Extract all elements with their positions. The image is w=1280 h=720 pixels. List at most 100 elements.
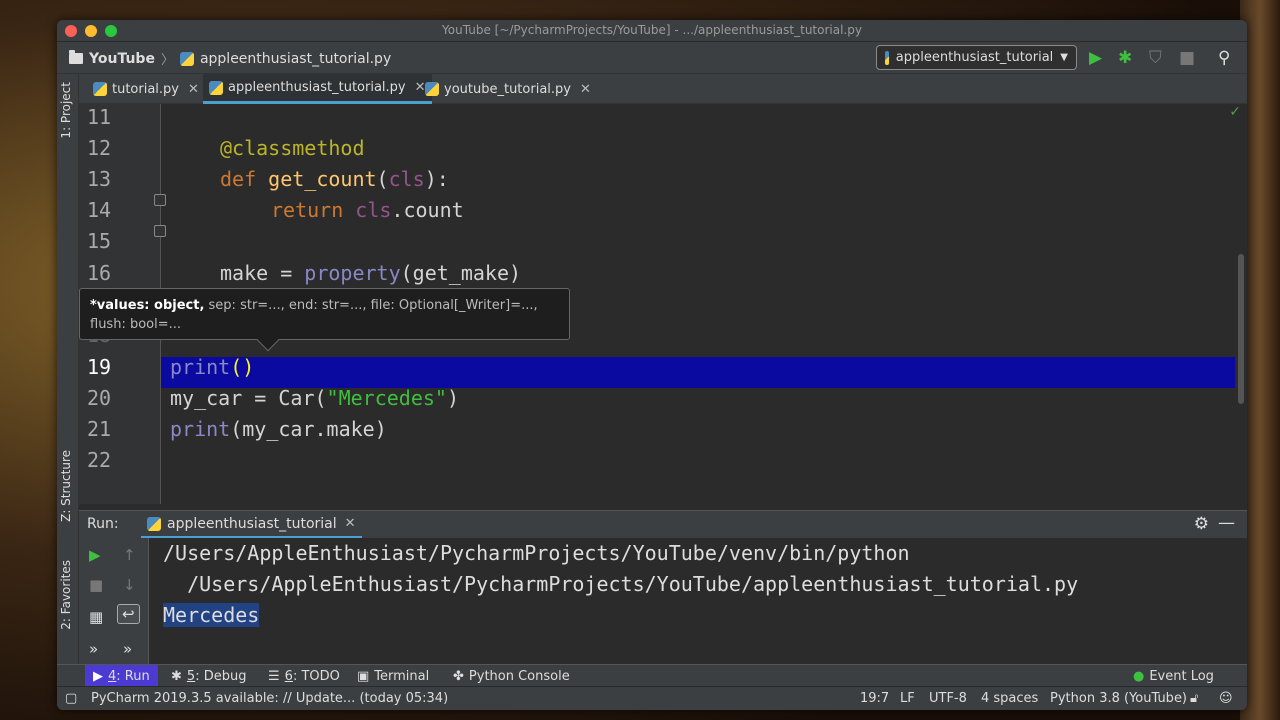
stop-icon[interactable]: ■ (1179, 48, 1195, 68)
event-log-icon: ● (1133, 668, 1145, 684)
tab-label: tutorial.py (112, 81, 179, 97)
toggle-tool-windows-icon[interactable]: ▢ (65, 691, 77, 706)
close-icon[interactable]: ✕ (345, 516, 356, 531)
line-separator[interactable]: LF (900, 691, 915, 706)
debug-icon[interactable]: ✱ (1118, 48, 1132, 68)
rerun-icon[interactable]: ▶ (89, 546, 101, 564)
navigation-bar: YouTube 〉 appleenthusiast_tutorial.py ap… (57, 42, 1247, 74)
python-icon (885, 50, 889, 65)
gear-icon[interactable]: ⚙ (1194, 514, 1209, 534)
parameter-info-tooltip: *values: object, sep: str=..., end: str=… (79, 288, 570, 352)
python-console-icon: ✤ (453, 668, 464, 684)
indent-setting[interactable]: 4 spaces (981, 691, 1038, 706)
editor-scrollbar[interactable] (1238, 254, 1244, 404)
soft-wrap-icon[interactable]: ↩ (117, 604, 140, 624)
tab-youtube-tutorial[interactable]: youtube_tutorial.py ✕ (419, 74, 597, 104)
run-tab-label: appleenthusiast_tutorial (167, 515, 337, 532)
run-configuration-select[interactable]: appleenthusiast_tutorial ▼ (876, 45, 1077, 70)
inspector-icon[interactable]: ☺ (1219, 691, 1233, 706)
project-tool-button[interactable]: 1: Project (59, 82, 73, 139)
title-bar: YouTube [~/PycharmProjects/YouTube] - ..… (57, 20, 1247, 42)
python-file-icon (209, 80, 223, 95)
line-number: 13 (87, 167, 112, 191)
run-console-output[interactable]: /Users/AppleEnthusiast/PycharmProjects/Y… (149, 538, 1247, 664)
debug-tool-button[interactable]: ✱ 5: Debug (163, 665, 254, 687)
ide-window: YouTube [~/PycharmProjects/YouTube] - ..… (57, 20, 1247, 710)
structure-tool-button[interactable]: Z: Structure (59, 450, 73, 522)
hide-panel-icon[interactable]: — (1218, 513, 1235, 533)
code-editor[interactable]: 11 12 13 14 15 16 18 19 20 21 22 @classm… (79, 104, 1247, 504)
run-with-coverage-icon[interactable]: ⛉ (1149, 48, 1162, 68)
favorites-tool-button[interactable]: 2: Favorites (59, 560, 73, 630)
more-icon[interactable]: » (89, 640, 98, 658)
play-icon: ▶ (93, 668, 103, 684)
run-icon[interactable]: ▶ (1089, 48, 1102, 68)
code-line-20: my_car = Car("Mercedes") (170, 386, 460, 410)
tooltip-params: sep: str=..., end: str=..., file: Option… (204, 298, 538, 313)
file-encoding[interactable]: UTF-8 (929, 691, 967, 706)
line-number-current: 19 (87, 355, 112, 379)
console-line: /Users/AppleEnthusiast/PycharmProjects/Y… (163, 541, 910, 565)
arrow-up-icon[interactable]: ↑ (123, 546, 136, 564)
chevron-right-icon: 〉 (160, 53, 174, 68)
bug-icon: ✱ (171, 668, 182, 684)
line-number: 11 (87, 105, 112, 129)
caret-position[interactable]: 19:7 (860, 691, 889, 706)
folder-icon (69, 50, 83, 64)
lock-icon[interactable]: 🔓︎ (1190, 691, 1198, 706)
python-file-icon (179, 51, 194, 66)
interpreter[interactable]: Python 3.8 (YouTube) (1050, 691, 1187, 706)
console-result: Mercedes (163, 603, 260, 627)
list-icon: ☰ (268, 668, 280, 684)
code-line-13: def get_count(cls): (220, 167, 449, 191)
run-panel-header: Run: appleenthusiast_tutorial ✕ ⚙ — (79, 510, 1247, 539)
run-panel-toolbar: ▶ ↑ ■ ↓ ▦ ↩ » » (79, 538, 149, 664)
status-bar: ▢ PyCharm 2019.3.5 available: // Update.… (57, 686, 1247, 710)
layout-icon[interactable]: ▦ (89, 608, 103, 626)
code-line-12: @classmethod (220, 136, 365, 160)
line-number: 20 (87, 386, 112, 410)
more-icon[interactable]: » (123, 640, 132, 658)
breadcrumb-project[interactable]: YouTube (89, 51, 155, 67)
tab-label: appleenthusiast_tutorial.py (228, 80, 406, 95)
tool-window-bar: ▶ 4: Run ✱ 5: Debug ☰ 6: TODO ▣ Terminal… (57, 664, 1247, 687)
code-line-14: return cls.count (271, 198, 464, 222)
breadcrumb-file[interactable]: appleenthusiast_tutorial.py (200, 51, 391, 67)
tab-label: youtube_tutorial.py (444, 81, 571, 97)
line-number: 21 (87, 417, 112, 441)
run-tool-button[interactable]: ▶ 4: Run (85, 665, 158, 687)
stop-icon[interactable]: ■ (89, 576, 103, 594)
chevron-down-icon: ▼ (1060, 52, 1068, 63)
editor-tabs: tutorial.py ✕ appleenthusiast_tutorial.p… (79, 74, 1247, 104)
breadcrumb: YouTube 〉 appleenthusiast_tutorial.py (69, 49, 391, 68)
terminal-tool-button[interactable]: ▣ Terminal (349, 665, 437, 687)
tab-tutorial[interactable]: tutorial.py ✕ (87, 74, 205, 104)
tab-appleenthusiast-tutorial[interactable]: appleenthusiast_tutorial.py ✕ (203, 74, 432, 104)
todo-tool-button[interactable]: ☰ 6: TODO (260, 665, 348, 687)
python-file-icon (425, 82, 439, 96)
fold-marker-icon[interactable] (154, 225, 166, 237)
status-message[interactable]: PyCharm 2019.3.5 available: // Update...… (91, 691, 448, 706)
close-icon[interactable]: ✕ (188, 82, 199, 97)
python-console-tool-button[interactable]: ✤ Python Console (445, 665, 578, 687)
line-number: 16 (87, 261, 112, 285)
line-number: 14 (87, 198, 112, 222)
window-title: YouTube [~/PycharmProjects/YouTube] - ..… (442, 23, 862, 37)
terminal-icon: ▣ (357, 668, 370, 684)
console-line: /Users/AppleEnthusiast/PycharmProjects/Y… (163, 572, 1079, 596)
tooltip-current-param: *values: object, (90, 298, 205, 313)
fold-marker-icon[interactable] (154, 194, 166, 206)
arrow-down-icon[interactable]: ↓ (123, 576, 136, 594)
event-log-button[interactable]: ● Event Log (1125, 665, 1222, 687)
run-tab[interactable]: appleenthusiast_tutorial ✕ (141, 511, 362, 539)
line-number: 12 (87, 136, 112, 160)
python-icon (147, 516, 161, 531)
code-line-16: make = property(get_make) (220, 261, 522, 285)
search-icon[interactable]: ⚲ (1218, 48, 1230, 68)
run-configuration-label: appleenthusiast_tutorial (895, 50, 1054, 65)
checkmark-icon: ✓ (1229, 104, 1241, 120)
run-panel-label: Run: (87, 516, 119, 532)
close-icon[interactable]: ✕ (580, 82, 591, 97)
line-number: 22 (87, 448, 112, 472)
line-number: 15 (87, 229, 112, 253)
